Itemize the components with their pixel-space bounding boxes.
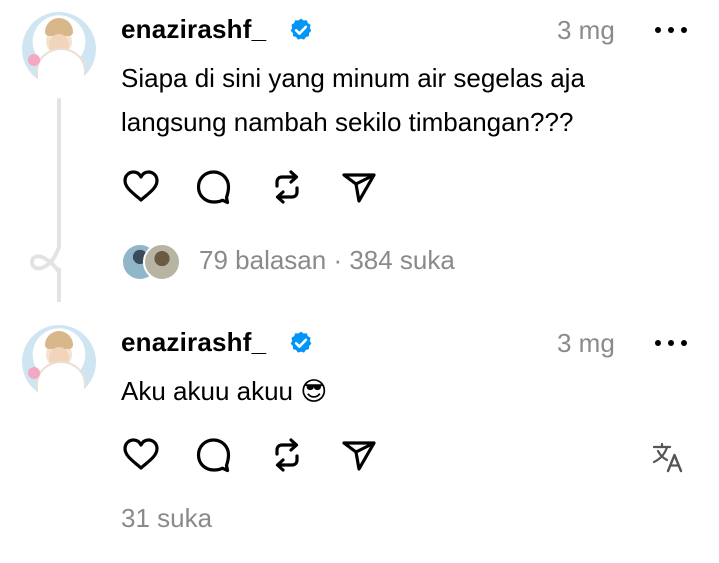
more-icon-dot — [668, 27, 674, 33]
post-text-body: Aku akuu akuu — [121, 376, 294, 406]
post-text-line: langsung nambah sekilo timbangan??? — [121, 107, 574, 137]
verified-badge-icon — [290, 18, 312, 40]
comment-icon — [196, 170, 231, 205]
reply-button[interactable] — [193, 167, 233, 207]
reply-button[interactable] — [193, 435, 233, 475]
share-button[interactable] — [339, 167, 379, 207]
post-text: Siapa di sini yang minum air segelas aja… — [121, 56, 681, 144]
avatar-flower — [28, 54, 40, 66]
avatar-flower — [28, 367, 40, 379]
thread-post: enazirashf_ 3 mg Aku akuu akuu 😎 31 suka — [0, 315, 719, 563]
more-icon-dot — [668, 340, 674, 346]
repost-icon — [275, 438, 299, 472]
heart-icon — [123, 170, 159, 202]
thread-line — [57, 268, 61, 302]
avatar[interactable] — [22, 12, 96, 86]
thread-post: enazirashf_ 3 mg Siapa di sini yang minu… — [0, 0, 719, 302]
like-button[interactable] — [121, 167, 161, 207]
reply-avatars[interactable] — [121, 243, 181, 281]
repost-button[interactable] — [267, 167, 307, 207]
more-icon-dot — [655, 340, 661, 346]
repost-button[interactable] — [267, 435, 307, 475]
thread-line — [57, 98, 61, 248]
verified-badge-icon — [290, 331, 312, 353]
action-bar — [121, 435, 381, 475]
avatar-veil — [36, 48, 86, 86]
share-icon — [342, 173, 376, 203]
username[interactable]: enazirashf_ — [121, 327, 266, 358]
avatar[interactable] — [22, 325, 96, 399]
post-time: 3 mg — [557, 328, 615, 358]
avatar-veil — [36, 361, 86, 399]
share-button[interactable] — [339, 435, 379, 475]
heart-icon — [123, 438, 159, 470]
more-icon-dot — [681, 340, 687, 346]
action-bar — [121, 167, 381, 207]
more-icon-dot — [655, 27, 661, 33]
comment-icon — [196, 438, 231, 473]
post-time: 3 mg — [557, 15, 615, 45]
likes-count[interactable]: 31 suka — [121, 503, 212, 534]
repost-icon — [275, 170, 299, 204]
like-button[interactable] — [121, 435, 161, 475]
more-options-button[interactable] — [653, 20, 689, 40]
username[interactable]: enazirashf_ — [121, 14, 266, 45]
share-icon — [342, 441, 376, 471]
post-text: Aku akuu akuu 😎 — [121, 369, 327, 413]
more-options-button[interactable] — [653, 333, 689, 353]
sunglasses-emoji-icon: 😎 — [300, 376, 328, 406]
post-stats[interactable]: 79 balasan · 384 suka — [199, 245, 455, 276]
post-text-line: Siapa di sini yang minum air segelas aja — [121, 63, 585, 93]
translate-icon[interactable] — [651, 440, 685, 474]
more-icon-dot — [681, 27, 687, 33]
avatar — [143, 243, 181, 281]
